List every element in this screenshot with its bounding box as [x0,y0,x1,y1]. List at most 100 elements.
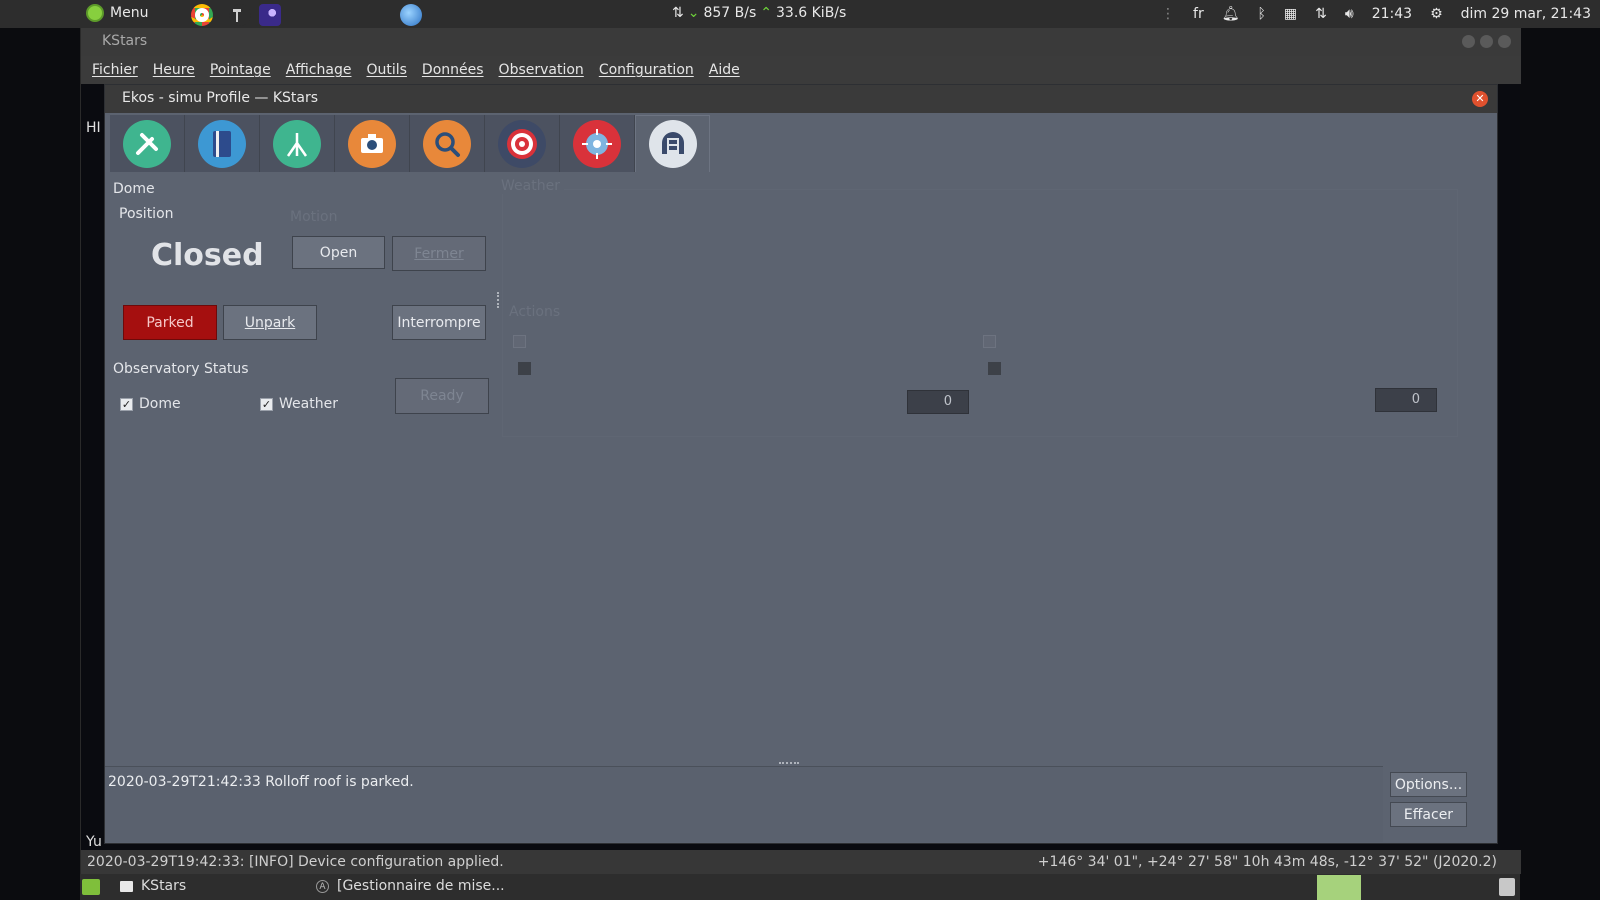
menu-observation[interactable]: Observation [499,62,584,78]
taskbar-kstars-label: KStars [141,878,187,894]
menu-donnees[interactable]: Données [422,62,484,78]
parked-button[interactable]: Parked [123,305,217,340]
observatory-content: Dome Position Motion Closed Open Fermer … [105,172,1497,762]
volume-icon[interactable]: 🔊︎ [1345,6,1354,22]
alert-delay-spinbox[interactable]: 0 [1375,388,1437,412]
log-area: 2020-03-29T21:42:33 Rolloff roof is park… [105,766,1383,842]
dome-status-text: Closed [151,238,264,273]
ekos-dialog: Ekos - simu Profile — KStars ✕ Dome Posi… [104,84,1498,844]
dome-icon [648,120,697,168]
abort-button[interactable]: Interrompre [392,305,486,340]
display-icon[interactable]: ▦ [1284,6,1297,22]
unpark-label: Unpark [244,314,296,331]
warning-delay-spinbox[interactable]: 0 [907,390,969,414]
tab-align[interactable] [485,115,560,172]
system-tray: ⋮ fr 🔔︎ ᛒ ▦ ⇅ 🔊︎ 21:43 ⚙ dim 29 mar, 21:… [1152,0,1600,28]
menu-configuration[interactable]: Configuration [599,62,694,78]
workspace-switcher[interactable] [1317,875,1361,900]
ekos-module-tabs [110,115,710,172]
ekos-window-title: Ekos - simu Profile — KStars [122,90,319,106]
taskbar-kstars[interactable]: KStars [120,878,186,894]
menu-pointage[interactable]: Pointage [210,62,271,78]
start-menu-button[interactable]: Menu [86,4,148,22]
dome-status-checkbox[interactable]: ✓ Dome [120,396,181,412]
tab-setup[interactable] [110,115,185,172]
camera-icon [348,119,396,168]
observatory-status-title: Observatory Status [113,361,249,377]
options-button[interactable]: Options... [1390,772,1467,797]
status-coordinates: +146° 34' 01", +24° 27' 58" 10h 43m 48s,… [1037,854,1497,870]
maximize-icon[interactable] [1480,35,1493,48]
tab-focus[interactable] [410,115,485,172]
status-message: 2020-03-29T19:42:33: [INFO] Device confi… [87,854,504,870]
wrench-screwdriver-icon [123,119,171,168]
weather-status-label: Weather [279,396,338,412]
globe-icon[interactable] [400,4,422,26]
kstars-statusbar: 2020-03-29T19:42:33: [INFO] Device confi… [81,850,1521,874]
checkmark-icon: ✓ [260,397,273,411]
kstars-titlebar[interactable]: KStars [81,28,1521,56]
network-speed: ⇅ ⌄ 857 B/s ⌃ 33.6 KiB/s [672,5,846,21]
guide-crosshair-icon [573,119,621,168]
dome-status-label: Dome [139,396,181,412]
log-message: 2020-03-29T21:42:33 Rolloff roof is park… [108,774,414,790]
menu-affichage[interactable]: Affichage [286,62,352,78]
menu-aide[interactable]: Aide [709,62,740,78]
tab-mount[interactable] [260,115,335,172]
ready-button[interactable]: Ready [395,378,489,414]
motion-group-title: Motion [290,209,338,225]
warning-option-checkbox[interactable] [518,362,531,375]
tray-date[interactable]: dim 29 mar, 21:43 [1461,6,1591,22]
show-desktop-icon[interactable] [82,879,100,895]
minimize-icon[interactable] [1462,35,1475,48]
magnifier-icon [423,119,471,168]
bottom-taskbar: KStars A [Gestionnaire de mise... [80,874,1520,900]
kstars-launcher-icon[interactable] [259,4,281,26]
warning-action-checkbox[interactable] [513,335,526,348]
settings-gear-icon[interactable]: ⚙ [1430,6,1443,22]
kstars-window-controls [1462,35,1511,48]
window-icon [120,880,133,892]
position-group-title: Position [119,206,174,222]
menu-heure[interactable]: Heure [153,62,195,78]
net-up-speed: 33.6 KiB/s [776,5,847,21]
tab-guide[interactable] [560,115,635,172]
telescope-tripod-icon [273,119,321,168]
notebook-icon [198,119,246,168]
top-panel: Menu ⇅ ⌄ 857 B/s ⌃ 33.6 KiB/s ⋮ fr 🔔︎ ᛒ … [0,0,1600,28]
menu-fichier[interactable]: Fichier [92,62,138,78]
alert-option-checkbox[interactable] [988,362,1001,375]
alert-action-checkbox[interactable] [983,335,996,348]
tab-capture[interactable] [335,115,410,172]
ekos-titlebar[interactable]: Ekos - simu Profile — KStars ✕ [105,85,1497,113]
log-splitter-handle[interactable] [779,762,799,764]
keyboard-layout[interactable]: fr [1193,6,1204,22]
unpark-button[interactable]: Unpark [223,305,317,340]
kstars-menubar: Fichier Heure Pointage Affichage Outils … [81,56,1521,84]
mint-logo-icon [86,4,104,22]
splitter-handle[interactable] [497,292,499,308]
tab-scheduler[interactable] [185,115,260,172]
close-icon[interactable] [1498,35,1511,48]
tray-time[interactable]: 21:43 [1372,6,1412,22]
hammer-tool-icon[interactable] [229,4,251,26]
weather-status-checkbox[interactable]: ✓ Weather [260,396,338,412]
ekos-close-icon[interactable]: ✕ [1472,91,1488,107]
download-arrow-icon: ⌄ [687,5,700,21]
weather-group-title: Weather [501,178,564,194]
sky-label-bottom: Yu [86,834,102,850]
notification-bell-icon[interactable]: 🔔︎ [1222,6,1240,22]
chrome-icon[interactable] [191,4,213,26]
bluetooth-icon[interactable]: ᛒ [1258,6,1266,22]
close-dome-button[interactable]: Fermer [392,236,486,271]
taskbar-update-manager[interactable]: A [Gestionnaire de mise... [316,878,505,894]
tab-observatory[interactable] [635,115,710,172]
clear-log-button[interactable]: Effacer [1390,802,1467,827]
dome-group-title: Dome [113,181,155,197]
menu-outils[interactable]: Outils [366,62,406,78]
close-dome-label: Fermer [414,245,464,262]
network-icon[interactable]: ⇅ [1315,6,1327,22]
open-button[interactable]: Open [292,236,385,269]
trash-icon[interactable] [1499,878,1515,896]
network-arrows-icon: ⇅ [672,5,684,21]
